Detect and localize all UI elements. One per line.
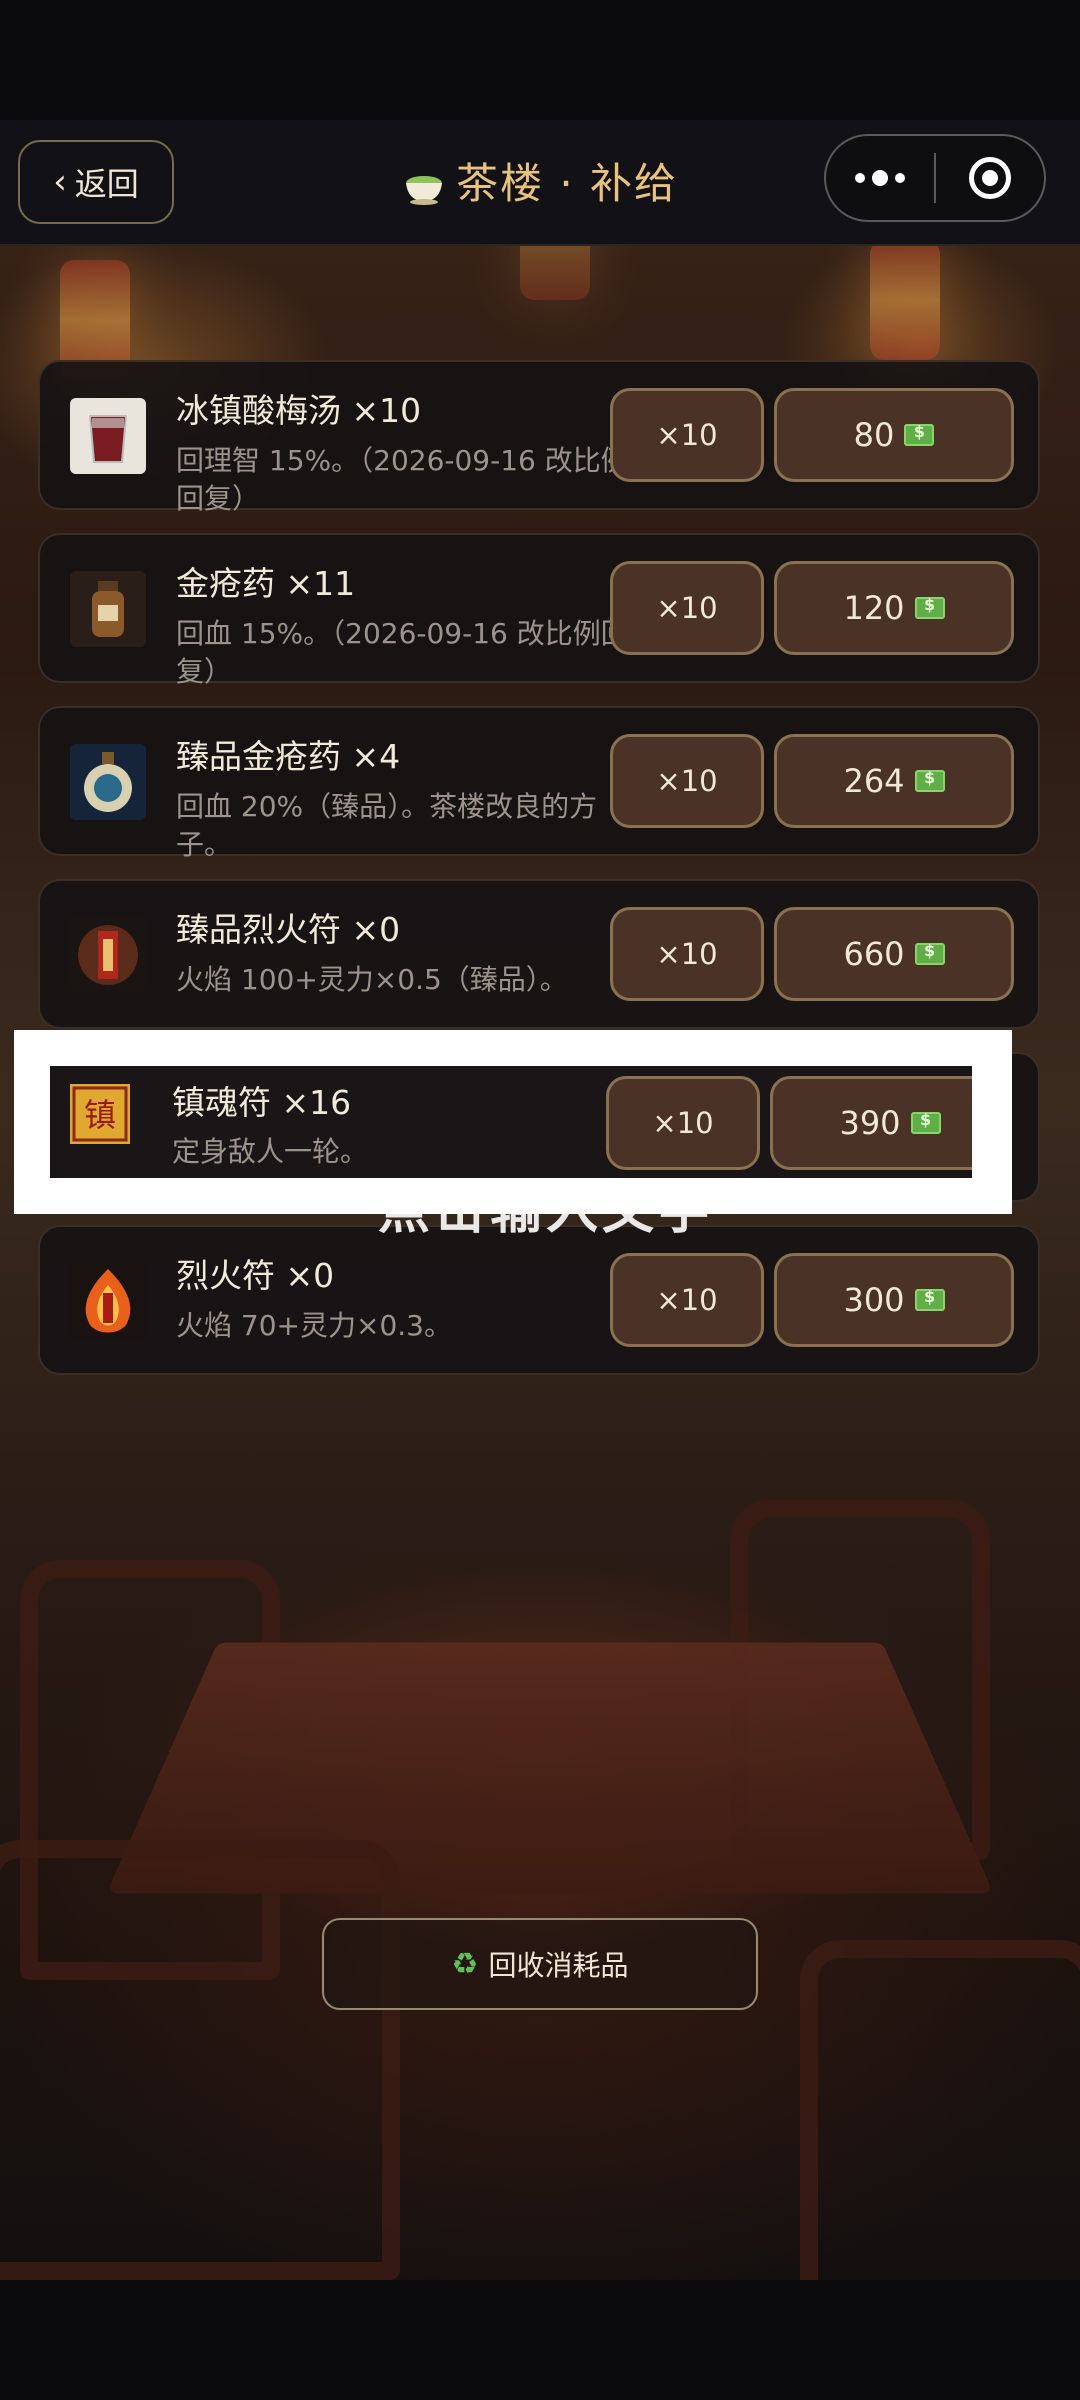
bottom-bar bbox=[0, 2280, 1080, 2400]
price-button[interactable]: 300 bbox=[774, 1253, 1014, 1347]
price-value: 264 bbox=[843, 762, 905, 800]
soul-suppress-talisman-icon: 镇 bbox=[70, 1084, 130, 1144]
chair-decoration bbox=[0, 1840, 400, 2280]
buy-x10-button[interactable]: ×10 bbox=[610, 734, 764, 828]
shop-item-row: 臻品金疮药 ×4 回血 20%（臻品）。茶楼改良的方子。 ×10 264 bbox=[38, 706, 1040, 861]
price-value: 390 bbox=[839, 1104, 901, 1142]
price-value: 120 bbox=[843, 589, 905, 627]
medicine-bottle-icon bbox=[70, 571, 146, 647]
recycle-consumables-button[interactable]: ♻ 回收消耗品 bbox=[322, 1918, 758, 2010]
price-button[interactable]: 390 bbox=[770, 1076, 972, 1170]
plum-drink-icon bbox=[70, 398, 146, 474]
svg-text:镇: 镇 bbox=[84, 1096, 116, 1134]
price-button[interactable]: 80 bbox=[774, 388, 1014, 482]
buy-x10-button[interactable]: ×10 bbox=[610, 388, 764, 482]
shop-item-row: 烈火符 ×0 火焰 70+灵力×0.3。 ×10 300 bbox=[38, 1225, 1040, 1375]
chair-decoration bbox=[800, 1940, 1080, 2320]
more-button[interactable] bbox=[826, 136, 934, 220]
buy-x10-button[interactable]: ×10 bbox=[610, 1253, 764, 1347]
status-bar bbox=[0, 0, 1080, 120]
item-name: 冰镇酸梅汤 ×10 bbox=[176, 391, 422, 430]
item-name: 烈火符 ×0 bbox=[176, 1256, 335, 1295]
price-value: 660 bbox=[843, 935, 905, 973]
shop-item-row: 臻品烈火符 ×0 火焰 100+灵力×0.5（臻品）。 ×10 660 bbox=[38, 879, 1040, 1029]
item-desc: 火焰 100+灵力×0.5（臻品）。 bbox=[176, 963, 568, 996]
recycle-label: 回收消耗品 bbox=[488, 1949, 629, 1982]
mini-program-capsule bbox=[824, 134, 1046, 222]
price-button[interactable]: 120 bbox=[774, 561, 1014, 655]
item-desc: 定身敌人一轮。 bbox=[172, 1135, 369, 1168]
item-name: 金疮药 ×11 bbox=[176, 564, 356, 603]
highlighted-item-row: 镇 镇魂符 ×16 定身敌人一轮。 ×10 390 bbox=[50, 1066, 972, 1178]
buy-x10-button[interactable]: ×10 bbox=[610, 561, 764, 655]
premium-fire-talisman-icon bbox=[70, 917, 146, 993]
money-icon bbox=[904, 422, 935, 446]
price-button[interactable]: 660 bbox=[774, 907, 1014, 1001]
page-title-text: 茶楼 · 补给 bbox=[455, 159, 679, 208]
shop-item-row: 金疮药 ×11 回血 15%。（2026-09-16 改比例回复） ×10 12… bbox=[38, 533, 1040, 688]
fire-talisman-icon bbox=[70, 1263, 146, 1339]
item-desc: 回血 20%（臻品）。茶楼改良的方子。 bbox=[176, 790, 598, 861]
tea-cup-icon bbox=[402, 166, 446, 205]
header: ‹ 返回 茶楼 · 补给 bbox=[0, 120, 1080, 246]
shop-item-row: 冰镇酸梅汤 ×10 回理智 15%。（2026-09-16 改比例回复） ×10… bbox=[38, 360, 1040, 515]
price-value: 300 bbox=[843, 1281, 905, 1319]
lantern-decoration bbox=[870, 240, 940, 360]
recycle-icon: ♻ bbox=[451, 1946, 479, 1982]
highlight-frame: 镇 镇魂符 ×16 定身敌人一轮。 ×10 390 bbox=[14, 1030, 1012, 1214]
money-icon bbox=[914, 1287, 945, 1311]
target-icon bbox=[968, 157, 1011, 199]
item-desc: 火焰 70+灵力×0.3。 bbox=[176, 1309, 452, 1342]
more-dots-icon bbox=[855, 170, 905, 186]
price-value: 80 bbox=[853, 416, 895, 454]
item-name: 臻品烈火符 ×0 bbox=[176, 910, 401, 949]
price-button[interactable]: 264 bbox=[774, 734, 1014, 828]
item-name: 臻品金疮药 ×4 bbox=[176, 737, 401, 776]
buy-x10-button[interactable]: ×10 bbox=[606, 1076, 760, 1170]
item-name: 镇魂符 ×16 bbox=[172, 1083, 352, 1122]
close-mini-program-button[interactable] bbox=[936, 136, 1044, 220]
item-desc: 回血 15%。（2026-09-16 改比例回复） bbox=[176, 617, 629, 688]
money-icon bbox=[910, 1110, 941, 1134]
item-desc: 回理智 15%。（2026-09-16 改比例回复） bbox=[176, 444, 629, 515]
money-icon bbox=[914, 941, 945, 965]
premium-medicine-icon bbox=[70, 744, 146, 820]
money-icon bbox=[914, 595, 945, 619]
money-icon bbox=[914, 768, 945, 792]
buy-x10-button[interactable]: ×10 bbox=[610, 907, 764, 1001]
